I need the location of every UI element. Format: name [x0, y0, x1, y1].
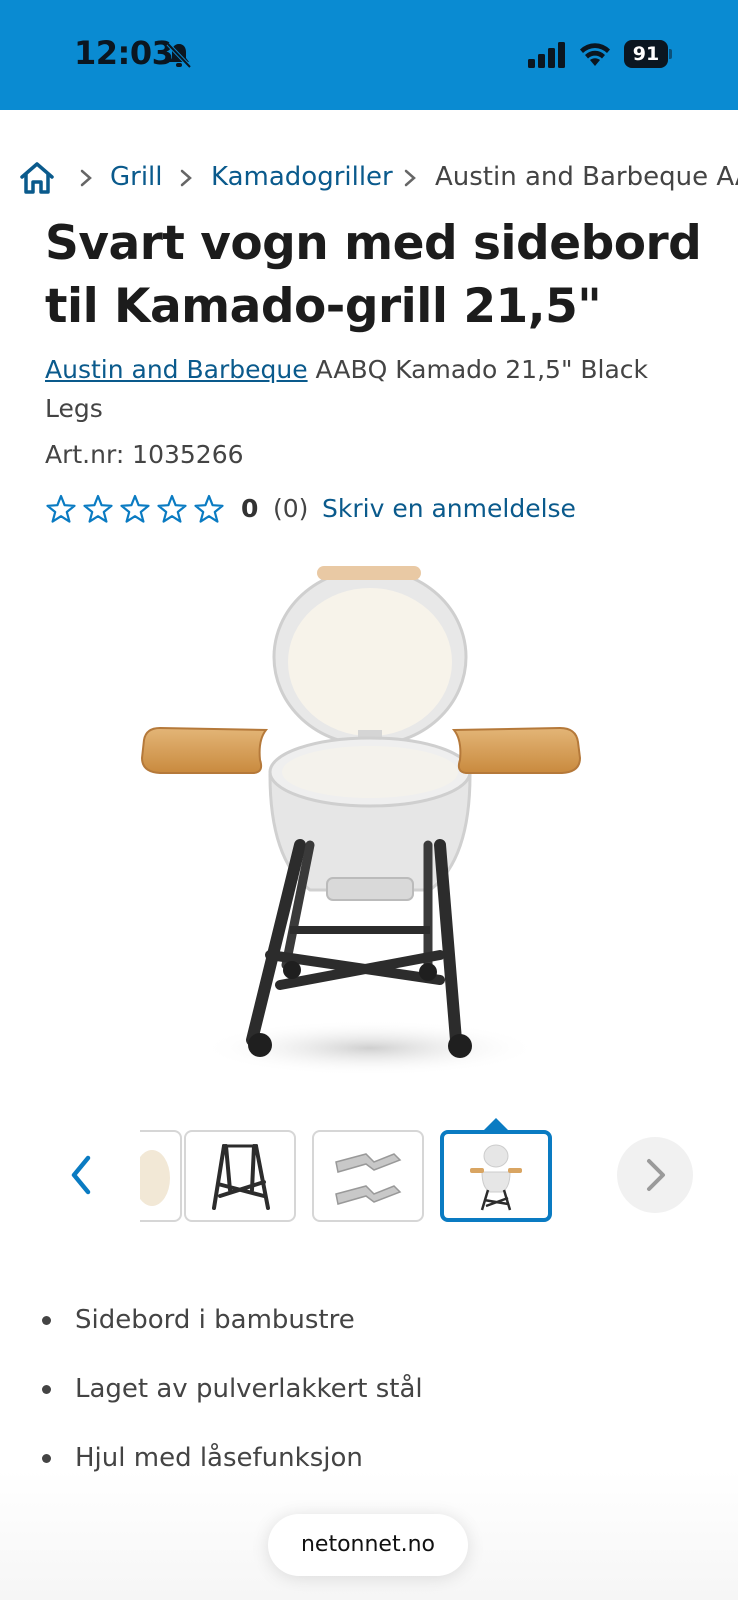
bullet-icon	[42, 1385, 51, 1394]
chevron-right-icon	[180, 169, 192, 187]
bell-slash-icon	[166, 42, 192, 69]
chevron-right-icon	[80, 169, 92, 187]
thumbnail-strip	[140, 1128, 560, 1224]
feature-item: Laget av pulverlakkert stål	[42, 1369, 702, 1438]
battery-level: 91	[624, 40, 668, 68]
chevron-right-icon	[404, 169, 416, 187]
product-image[interactable]	[130, 560, 610, 1090]
feature-text: Hjul med låsefunksjon	[75, 1443, 363, 1473]
status-time: 12:03	[74, 34, 174, 72]
breadcrumb: Grill Kamadogriller Austin and Barbeque …	[18, 156, 738, 200]
gallery-prev-button[interactable]	[62, 1150, 102, 1200]
feature-item: Sidebord i bambustre	[42, 1300, 702, 1369]
rating-count: (0)	[273, 494, 309, 523]
star-icon	[46, 494, 76, 523]
star-icon	[83, 494, 113, 523]
battery-icon: 91	[624, 40, 672, 68]
breadcrumb-current: Austin and Barbeque AABQ Kamado 21,5" Bl…	[435, 162, 738, 192]
cellular-signal-icon	[528, 42, 565, 68]
feature-text: Sidebord i bambustre	[75, 1305, 355, 1335]
rating-value: 0	[241, 494, 259, 523]
article-number: Art.nr: 1035266	[45, 440, 244, 469]
selected-thumbnail-caret	[484, 1118, 508, 1130]
feature-text: Laget av pulverlakkert stål	[75, 1374, 423, 1404]
bullet-icon	[42, 1454, 51, 1463]
browser-url-bar[interactable]: netonnet.no	[268, 1514, 468, 1576]
product-title: Svart vogn med sidebord til Kamado-grill…	[45, 216, 702, 334]
product-brand-line: Austin and Barbeque AABQ Kamado 21,5" Bl…	[45, 350, 685, 428]
thumbnail-grill[interactable]	[440, 1130, 552, 1222]
star-icon	[194, 494, 224, 523]
gallery-next-button[interactable]	[617, 1137, 693, 1213]
brand-link[interactable]: Austin and Barbeque	[45, 355, 308, 384]
thumbnail-partial[interactable]	[140, 1130, 182, 1222]
wifi-icon	[580, 43, 610, 66]
write-review-link[interactable]: Skriv en anmeldelse	[322, 494, 576, 523]
battery-tip	[669, 49, 672, 59]
rating: 0 (0) Skriv en anmeldelse	[45, 490, 725, 530]
thumbnail-stand[interactable]	[184, 1130, 296, 1222]
star-icon	[120, 494, 150, 523]
status-bar: 12:03 91	[0, 0, 738, 110]
home-icon[interactable]	[18, 160, 56, 196]
thumbnail-hinges[interactable]	[312, 1130, 424, 1222]
bullet-icon	[42, 1316, 51, 1325]
chevron-right-icon	[647, 1159, 665, 1191]
breadcrumb-link-kamadogriller[interactable]: Kamadogriller	[211, 162, 393, 192]
breadcrumb-link-grill[interactable]: Grill	[110, 162, 163, 192]
star-icon	[157, 494, 187, 523]
